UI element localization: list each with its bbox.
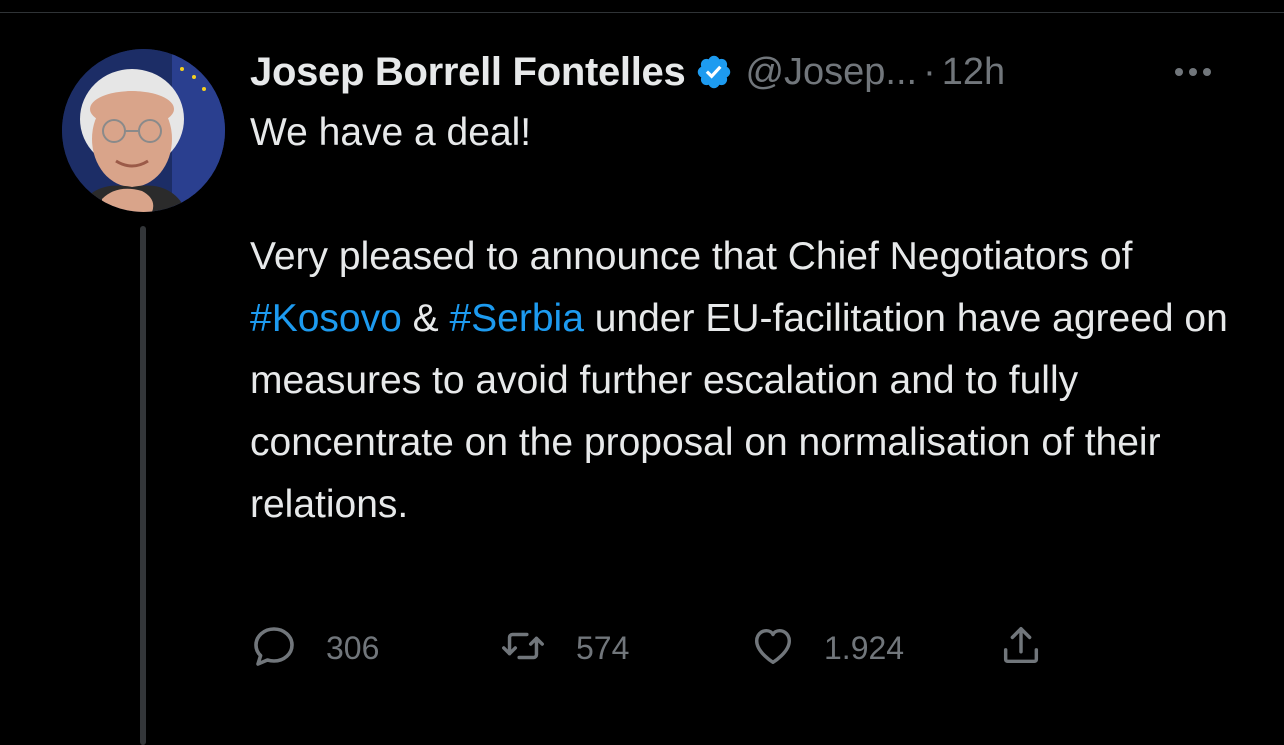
like-count: 1.924 — [824, 629, 905, 666]
hashtag-kosovo[interactable]: #Kosovo — [250, 297, 402, 340]
tweet-actions: 306 574 1.924 — [250, 620, 1150, 676]
avatar[interactable] — [62, 49, 225, 212]
text-segment: Very pleased to announce that Chief Nego… — [250, 235, 1133, 278]
tweet-text-paragraph-2: Very pleased to announce that Chief Nego… — [250, 226, 1230, 536]
tweet-header: Josep Borrell Fontelles @Josep... · 12h — [250, 44, 1240, 100]
retweet-button[interactable]: 574 — [498, 620, 629, 676]
thread-line — [140, 226, 146, 745]
verified-badge-icon — [695, 53, 733, 91]
reply-button[interactable]: 306 — [250, 620, 379, 676]
reply-icon — [250, 622, 298, 675]
retweet-count: 574 — [576, 629, 630, 666]
share-button[interactable] — [998, 620, 1044, 676]
like-icon — [750, 623, 796, 674]
author-display-name[interactable]: Josep Borrell Fontelles — [250, 50, 686, 95]
tweet-text: We have a deal! Very pleased to announce… — [250, 102, 1230, 536]
author-handle[interactable]: @Josep... — [745, 51, 917, 94]
tweet-text-line-1: We have a deal! — [250, 111, 532, 154]
more-icon[interactable] — [1168, 52, 1218, 92]
reply-count: 306 — [326, 629, 380, 666]
tweet[interactable]: Josep Borrell Fontelles @Josep... · 12h … — [250, 44, 1240, 536]
tweet-time[interactable]: 12h — [942, 51, 1005, 94]
separator-dot: · — [923, 50, 936, 93]
avatar-photo — [62, 49, 225, 212]
like-button[interactable]: 1.924 — [750, 620, 904, 676]
share-icon — [998, 623, 1044, 674]
top-divider — [0, 12, 1284, 13]
hashtag-serbia[interactable]: #Serbia — [449, 297, 583, 340]
text-segment: & — [401, 297, 450, 340]
retweet-icon — [498, 622, 548, 675]
